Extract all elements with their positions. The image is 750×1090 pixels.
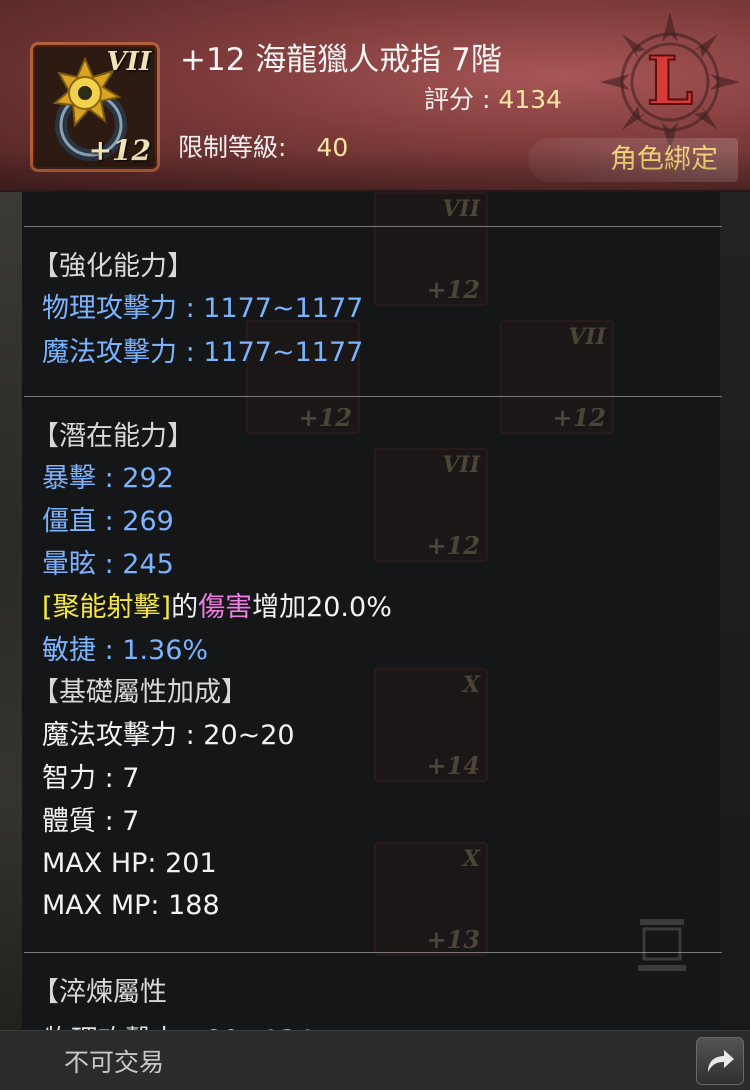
tooltip-footer: 不可交易 xyxy=(0,1030,750,1090)
section-title-enhance: 【強化能力】 xyxy=(32,251,194,282)
score-row: 評分 : 4134 xyxy=(424,80,562,116)
level-requirement: 限制等級: 40 xyxy=(178,128,348,164)
slot-grade: VII xyxy=(442,452,480,478)
item-tooltip: VII +12 +12 海龍獵人戒指 7階 評分 : 4134 限制等級: 40 xyxy=(0,0,750,1090)
slot-grade: X xyxy=(462,846,480,872)
background-item-slot: X +14 xyxy=(374,668,488,782)
stat-line: 魔法攻擊力 : 1177~1177 xyxy=(42,337,364,368)
stat-line: 暴擊 : 292 xyxy=(42,463,174,494)
skill-of: 的 xyxy=(171,592,199,623)
legendary-rank-badge: L xyxy=(600,12,740,152)
slot-grade: VII xyxy=(568,324,606,350)
skill-increase: 增加20.0% xyxy=(252,592,392,623)
stat-line: 體質 : 7 xyxy=(42,806,140,837)
slot-plus: +12 xyxy=(426,531,480,560)
section-title-refine: 【淬煉屬性 xyxy=(32,977,167,1008)
background-item-slot: X +13 xyxy=(374,842,488,956)
section-divider xyxy=(24,396,722,397)
slot-grade: VII xyxy=(442,196,480,222)
background-decoration-icon xyxy=(638,919,686,971)
slot-plus: +12 xyxy=(298,403,352,432)
enhance-label: +12 xyxy=(88,134,151,167)
slot-plus: +13 xyxy=(426,925,480,954)
slot-plus: +14 xyxy=(426,751,480,780)
stat-line: 魔法攻擊力 : 20~20 xyxy=(42,720,295,751)
slot-grade: X xyxy=(462,672,480,698)
background-item-slot: VII +12 xyxy=(500,320,614,434)
share-arrow-icon xyxy=(708,1050,734,1072)
slot-plus: +12 xyxy=(426,275,480,304)
grade-label: VII xyxy=(106,47,152,77)
skill-name: [聚能射擊] xyxy=(42,592,172,623)
trade-status: 不可交易 xyxy=(64,1048,165,1077)
section-divider xyxy=(24,226,722,227)
tooltip-body: VII +12 +12 VII +12 VII +12 X +14 X +13 … xyxy=(22,190,722,1030)
ring-item-icon: VII +12 xyxy=(30,42,160,172)
level-value: 40 xyxy=(316,133,349,162)
stat-line: 智力 : 7 xyxy=(42,763,140,794)
section-title-potential: 【潛在能力】 xyxy=(32,421,194,452)
stat-line: 僵直 : 269 xyxy=(42,506,174,537)
rank-letter: L xyxy=(647,42,693,120)
bind-status-tag: 角色綁定 xyxy=(528,138,738,182)
skill-bonus-line: [聚能射擊]的傷害增加20.0% xyxy=(42,591,392,625)
background-scenery-right xyxy=(720,190,750,1050)
background-item-slot: VII +12 xyxy=(374,192,488,306)
stat-line: MAX HP: 201 xyxy=(42,848,217,879)
stat-line: 物理攻擊力 : 1177~1177 xyxy=(42,293,364,324)
skill-effect: 傷害 xyxy=(198,592,253,623)
stat-line: 敏捷 : 1.36% xyxy=(42,635,209,666)
level-label: 限制等級: xyxy=(178,133,287,162)
slot-plus: +12 xyxy=(552,403,606,432)
score-label: 評分 : xyxy=(424,85,499,114)
section-title-base: 【基礎屬性加成】 xyxy=(32,677,248,708)
stat-line: MAX MP: 188 xyxy=(42,890,220,921)
stat-line: 暈眩 : 245 xyxy=(42,549,174,580)
background-scenery xyxy=(0,190,22,1050)
section-divider xyxy=(24,952,722,953)
score-value: 4134 xyxy=(498,85,562,114)
background-item-slot: VII +12 xyxy=(374,448,488,562)
tooltip-header: VII +12 +12 海龍獵人戒指 7階 評分 : 4134 限制等級: 40 xyxy=(0,0,750,192)
item-name: +12 海龍獵人戒指 7階 xyxy=(180,42,502,78)
share-button[interactable] xyxy=(696,1037,744,1085)
